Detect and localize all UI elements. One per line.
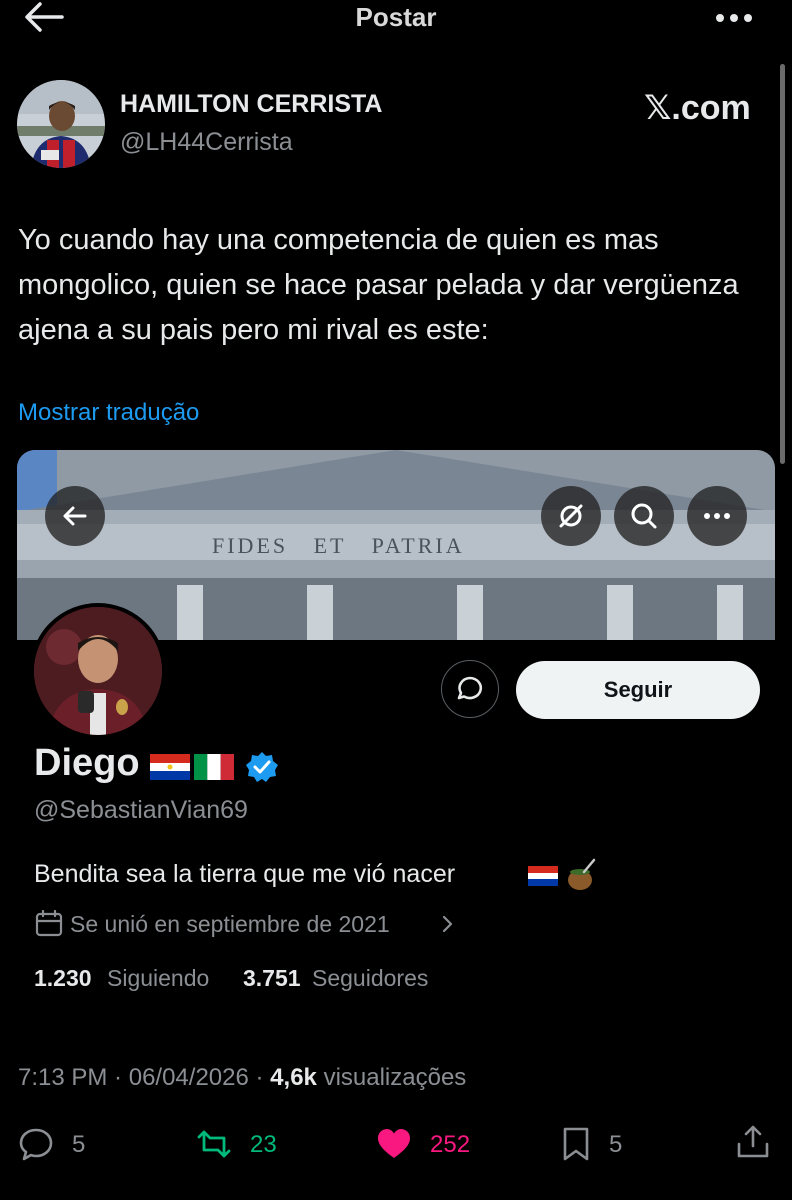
- page-title: Postar: [355, 2, 437, 32]
- profile-handle: @SebastianVian69: [34, 796, 248, 824]
- views-label: visualizações: [323, 1064, 467, 1091]
- share-icon: [737, 1125, 769, 1158]
- tweet-time: 7:13 PM: [18, 1064, 108, 1091]
- like-button[interactable]: [376, 1126, 412, 1162]
- tweet-meta: 7:13 PM · 06/04/2026 · 4,6k visualizaçõe…: [18, 1064, 466, 1092]
- meta-separator: ·: [107, 1064, 129, 1091]
- retweet-count: 23: [250, 1131, 277, 1158]
- author-name[interactable]: HAMILTON CERRISTA: [120, 90, 383, 119]
- bookmark-icon: [563, 1127, 589, 1161]
- message-icon: [457, 676, 483, 700]
- meta-separator: ·: [248, 1064, 271, 1091]
- banner-search-button[interactable]: [614, 486, 674, 546]
- bookmark-count: 5: [609, 1131, 623, 1158]
- followers-count[interactable]: 3.751: [243, 965, 301, 992]
- tweet-date: 06/04/2026: [128, 1064, 249, 1091]
- banner-more-button[interactable]: [687, 486, 747, 546]
- more-options-button[interactable]: [712, 6, 756, 30]
- author-handle[interactable]: @LH44Cerrista: [120, 128, 293, 157]
- reply-icon: [19, 1128, 53, 1161]
- following-label[interactable]: Siguiendo: [107, 965, 209, 992]
- banner-back-button[interactable]: [45, 486, 105, 546]
- mate-icon: [564, 858, 598, 892]
- tweet-text: Yo cuando hay una competencia de quien e…: [18, 224, 739, 346]
- profile-bio: Bendita sea la tierra que me vió nacer: [34, 860, 456, 888]
- views-count: 4,6k: [270, 1064, 317, 1091]
- banner-link-button[interactable]: [541, 486, 601, 546]
- profile-avatar[interactable]: [30, 603, 166, 739]
- calendar-icon: [34, 910, 64, 938]
- italy-flag-icon: [194, 754, 234, 780]
- message-button[interactable]: [441, 660, 499, 718]
- back-arrow-icon: [63, 506, 87, 526]
- banner-inscription: FIDES ET PATRIA: [212, 533, 465, 558]
- like-count: 252: [430, 1131, 471, 1158]
- verified-icon[interactable]: [245, 750, 279, 784]
- search-icon: [631, 503, 657, 529]
- like-icon: [378, 1129, 410, 1158]
- retweet-button[interactable]: [196, 1126, 232, 1162]
- reply-button[interactable]: [18, 1126, 54, 1162]
- paraguay-flag-icon: [528, 866, 558, 886]
- bookmark-button[interactable]: [558, 1126, 594, 1162]
- author-avatar[interactable]: [17, 80, 105, 168]
- follow-button[interactable]: Seguir: [516, 661, 760, 719]
- link-icon: [559, 504, 583, 528]
- paraguay-flag-icon: [150, 754, 190, 780]
- more-icon: [704, 513, 730, 519]
- more-icon: [716, 14, 752, 22]
- following-count[interactable]: 1.230: [34, 965, 92, 992]
- profile-name: Diego: [34, 742, 140, 784]
- joined-date: Se unió en septiembre de 2021: [70, 911, 390, 937]
- chevron-right-icon[interactable]: [440, 912, 456, 936]
- show-translation-link[interactable]: Mostrar tradução: [18, 399, 199, 427]
- x-com-logo: 𝕏.com: [644, 89, 751, 127]
- scrollbar[interactable]: [780, 64, 785, 464]
- share-button[interactable]: [735, 1124, 771, 1160]
- followers-label[interactable]: Seguidores: [312, 965, 428, 992]
- reply-count: 5: [72, 1131, 86, 1158]
- retweet-icon: [197, 1130, 231, 1158]
